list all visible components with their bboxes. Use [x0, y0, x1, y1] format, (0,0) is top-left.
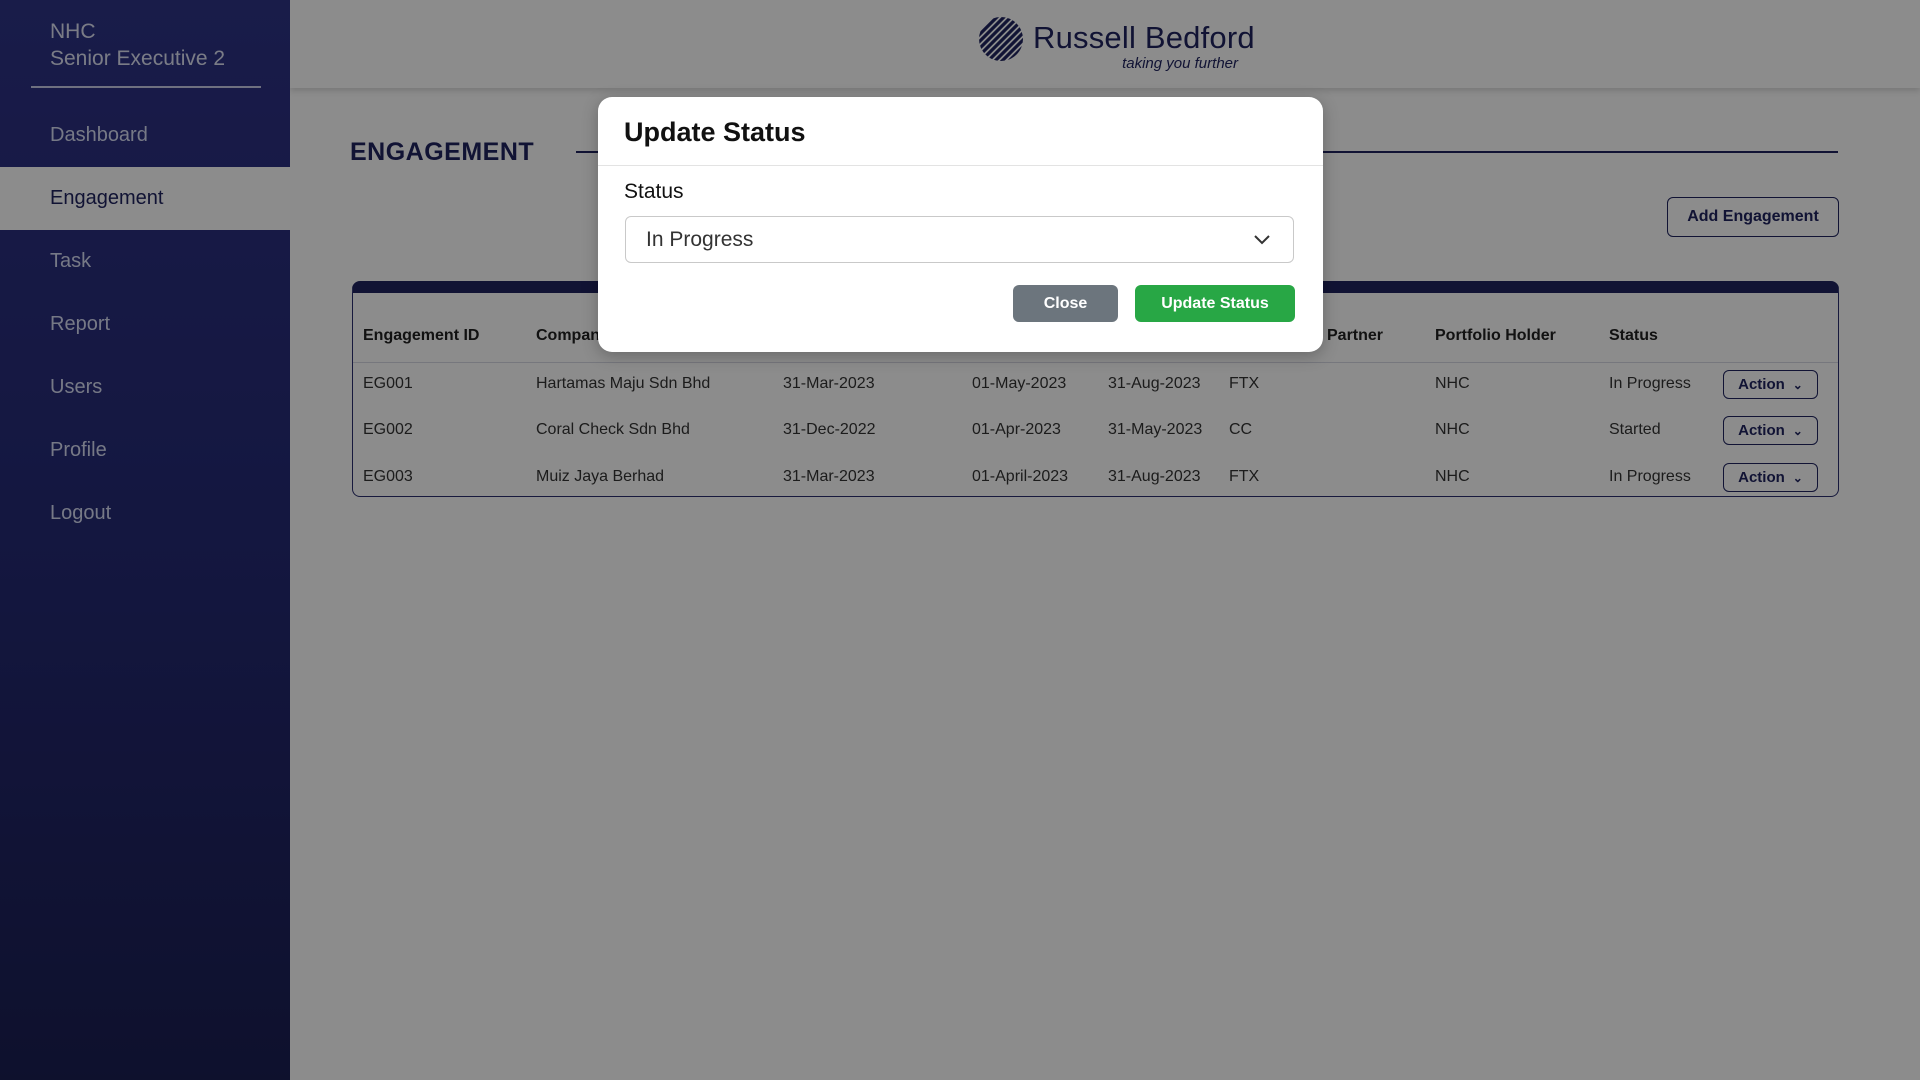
update-status-button[interactable]: Update Status — [1135, 285, 1295, 322]
close-button[interactable]: Close — [1013, 285, 1118, 322]
status-field-label: Status — [624, 180, 684, 203]
update-status-modal: Update Status Status In Progress Close U… — [598, 97, 1323, 352]
modal-divider — [598, 165, 1323, 166]
status-select-value: In Progress — [646, 227, 754, 251]
status-select[interactable]: In Progress — [625, 216, 1294, 263]
modal-title: Update Status — [624, 117, 806, 147]
chevron-down-icon — [1254, 235, 1270, 245]
